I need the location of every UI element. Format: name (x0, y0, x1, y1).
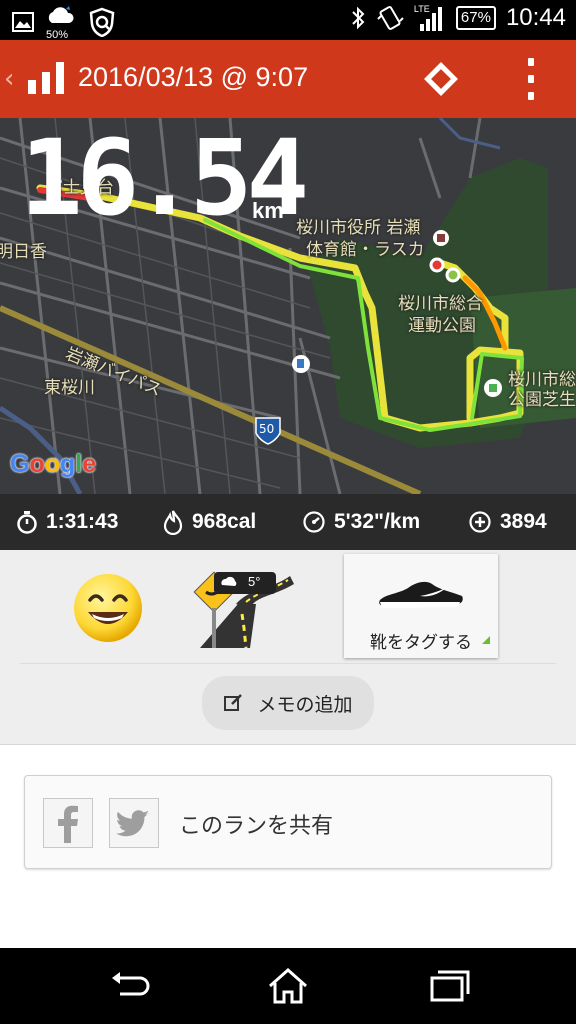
route-number: 50 (259, 422, 275, 436)
road-weather-icon[interactable]: 5° (190, 568, 300, 649)
smiley-face-icon[interactable] (72, 572, 144, 644)
signal-icon: LTE (414, 4, 446, 32)
map-label-sogo-1: 桜川市総合 (398, 294, 483, 314)
map-label-shiba-1: 桜川市総 (508, 370, 576, 390)
google-logo: Google (10, 450, 97, 478)
image-icon (12, 12, 34, 32)
stat-duration: 1:31:43 (16, 494, 118, 550)
run-date-title: 2016/03/13 @ 9:07 (78, 62, 309, 92)
divider (20, 663, 556, 664)
vibrate-icon (377, 6, 404, 30)
weather-cloud-icon: 50% (44, 5, 78, 41)
recents-icon[interactable] (424, 964, 472, 1008)
home-icon[interactable] (264, 964, 312, 1008)
calories-value: 968cal (192, 510, 257, 533)
overflow-menu-icon[interactable] (518, 58, 544, 100)
bluetooth-icon (352, 6, 365, 30)
share-label: このランを共有 (179, 814, 334, 839)
map-label-higashi: 東桜川 (44, 378, 95, 398)
system-nav-bar (0, 948, 576, 1024)
speedometer-icon (303, 511, 325, 533)
duration-value: 1:31:43 (46, 510, 119, 533)
clock: 10:44 (505, 4, 566, 31)
stat-calories: 968cal (162, 494, 256, 550)
map-label-shiba-2: 公園芝生 (508, 390, 576, 410)
edit-note-icon (224, 694, 243, 711)
diamond-icon[interactable] (422, 60, 460, 98)
memo-label: メモの追加 (257, 693, 353, 716)
weather-temp: 5° (248, 574, 261, 589)
share-section: このランを共有 (0, 744, 576, 949)
shoe-tag-label: 靴をタグする (370, 633, 472, 653)
map-label-shiyakusho-2: 体育館・ラスカ (306, 240, 425, 260)
start-marker (429, 257, 445, 273)
stopwatch-icon (17, 511, 37, 534)
chevron-left-icon[interactable]: ‹ (4, 64, 14, 94)
status-bar: 50% LTE 67% 10:44 (0, 0, 576, 41)
twitter-icon[interactable] (109, 798, 159, 848)
facebook-icon[interactable] (43, 798, 93, 848)
corner-indicator-icon (482, 636, 490, 644)
back-icon[interactable] (106, 964, 154, 1008)
run-map[interactable]: 富士見台 明日香 桜川市役所 岩瀬 体育館・ラスカ 桜川市総合 運動公園 桜川市… (0, 118, 576, 494)
fuel-plus-icon (469, 511, 491, 533)
shield-icon (89, 7, 115, 37)
stat-fuel: 3894 (468, 494, 547, 550)
add-memo-button[interactable]: メモの追加 (202, 676, 374, 730)
map-label-sogo-2: 運動公園 (408, 316, 476, 336)
share-run-card[interactable]: このランを共有 (24, 775, 552, 869)
stat-pace: 5'32"/km (302, 494, 420, 550)
map-label-shiyakusho-1: 桜川市役所 岩瀬 (296, 218, 421, 238)
end-marker (445, 267, 461, 283)
distance-unit: km (252, 198, 284, 223)
app-bar: ‹ 2016/03/13 @ 9:07 (0, 40, 576, 118)
fuel-value: 3894 (500, 510, 547, 533)
pace-value: 5'32"/km (334, 510, 421, 533)
bar-chart-icon[interactable] (26, 60, 66, 96)
sneaker-icon (379, 581, 463, 608)
network-type: LTE (413, 4, 430, 14)
stats-bar: 1:31:43 968cal 5'32"/km 3894 (0, 494, 576, 550)
tag-shoe-button[interactable]: 靴をタグする (344, 554, 498, 658)
tag-section: 5° 靴をタグする メモの追加 (0, 550, 576, 744)
flame-icon (163, 510, 183, 535)
battery-icon: 67% (455, 6, 496, 30)
map-label-asuka: 明日香 (0, 242, 47, 262)
